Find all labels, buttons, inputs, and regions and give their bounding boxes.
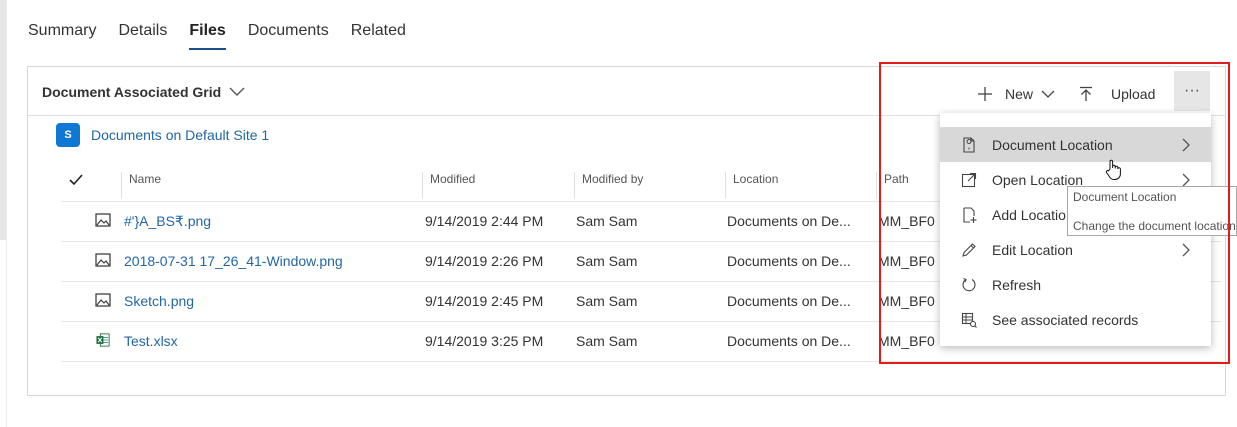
file-name-link[interactable]: #'}A_BS₹.png	[124, 213, 414, 230]
path-cell: MM_BF0	[878, 333, 935, 349]
open-location-icon	[961, 172, 977, 188]
chevron-down-icon	[1041, 90, 1055, 98]
ellipsis-icon: ···	[1184, 82, 1200, 99]
document-location-icon	[963, 137, 975, 153]
grid-title: Document Associated Grid	[42, 84, 222, 100]
path-cell: MM_BF0	[878, 293, 935, 309]
record-tabs: Summary Details Files Documents Related	[28, 22, 428, 50]
chevron-right-icon	[1182, 243, 1190, 257]
modified-by-cell: Sam Sam	[576, 253, 638, 269]
file-name-link[interactable]: 2018-07-31 17_26_41-Window.png	[124, 253, 414, 269]
location-cell: Documents on De...	[727, 253, 851, 269]
location-cell: Documents on De...	[727, 293, 851, 309]
upload-button[interactable]: Upload	[1079, 81, 1155, 107]
file-name-link[interactable]: Sketch.png	[124, 293, 414, 309]
menu-item-refresh[interactable]: Refresh	[940, 267, 1211, 302]
sharepoint-icon: S	[56, 123, 80, 147]
modified-by-cell: Sam Sam	[576, 213, 638, 229]
tooltip-title: Document Location	[1073, 190, 1177, 204]
plus-icon	[978, 87, 992, 101]
location-cell: Documents on De...	[727, 213, 851, 229]
chevron-right-icon	[1182, 138, 1190, 152]
modified-cell: 9/14/2019 2:44 PM	[425, 213, 544, 229]
new-label: New	[1005, 86, 1034, 102]
menu-item-label: Add Location	[992, 206, 1074, 223]
tab-details[interactable]: Details	[118, 22, 167, 50]
path-cell: MM_BF0	[878, 213, 935, 229]
path-cell: MM_BF0	[878, 253, 935, 269]
column-header-location[interactable]: Location	[725, 172, 778, 198]
upload-label: Upload	[1111, 86, 1156, 102]
file-name-link[interactable]: Test.xlsx	[124, 333, 414, 349]
column-header-name[interactable]: Name	[121, 172, 161, 198]
excel-file-icon	[96, 333, 110, 347]
select-all-checkmark-icon[interactable]	[68, 173, 84, 187]
add-location-icon	[963, 207, 977, 223]
menu-item-edit-location[interactable]: Edit Location	[940, 232, 1211, 267]
hand-pointer-cursor-icon	[1105, 159, 1121, 180]
column-header-modified-by[interactable]: Modified by	[574, 172, 643, 198]
menu-item-label: See associated records	[992, 311, 1139, 328]
upload-arrow-icon	[1080, 86, 1092, 101]
menu-item-label: Refresh	[992, 276, 1042, 293]
chevron-down-icon[interactable]	[228, 84, 246, 98]
menu-item-see-associated-records[interactable]: See associated records	[940, 302, 1211, 337]
image-file-icon	[95, 213, 111, 227]
location-cell: Documents on De...	[727, 333, 851, 349]
new-button[interactable]: New	[977, 81, 1055, 107]
tab-files[interactable]: Files	[189, 22, 226, 50]
menu-item-document-location[interactable]: Document Location	[940, 127, 1211, 162]
modified-cell: 9/14/2019 2:45 PM	[425, 293, 544, 309]
menu-item-label: Edit Location	[992, 241, 1073, 258]
grid-header: Document Associated Grid New Upload ···	[28, 67, 1225, 116]
refresh-icon	[962, 277, 976, 292]
image-file-icon	[95, 253, 111, 267]
column-header-path[interactable]: Path	[876, 172, 909, 198]
edit-pencil-icon	[962, 243, 976, 257]
site-link[interactable]: Documents on Default Site 1	[91, 127, 269, 143]
modified-by-cell: Sam Sam	[576, 333, 638, 349]
tab-summary[interactable]: Summary	[28, 22, 96, 50]
left-panel-divider	[6, 0, 7, 427]
tab-related[interactable]: Related	[351, 22, 406, 50]
tooltip-description: Change the document location	[1073, 219, 1236, 233]
column-header-modified[interactable]: Modified	[422, 172, 475, 198]
modified-cell: 9/14/2019 2:26 PM	[425, 253, 544, 269]
document-location-selector: S Documents on Default Site 1	[56, 123, 269, 147]
modified-by-cell: Sam Sam	[576, 293, 638, 309]
menu-item-label: Document Location	[992, 136, 1113, 153]
image-file-icon	[95, 293, 111, 307]
modified-cell: 9/14/2019 3:25 PM	[425, 333, 544, 349]
tab-documents[interactable]: Documents	[248, 22, 329, 50]
associated-records-icon	[961, 312, 977, 328]
tooltip: Document Location Change the document lo…	[1067, 186, 1237, 236]
chevron-right-icon	[1182, 173, 1190, 187]
more-commands-button[interactable]: ···	[1174, 71, 1210, 111]
